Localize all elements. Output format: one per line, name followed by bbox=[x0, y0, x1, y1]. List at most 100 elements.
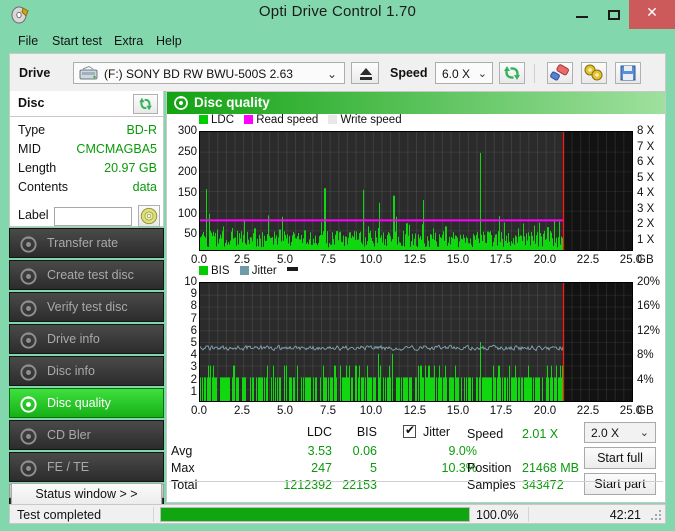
disc-value-contents: data bbox=[132, 180, 157, 194]
sidebar-item-cd-bler[interactable]: CD Bler bbox=[9, 420, 164, 450]
drive-label: Drive bbox=[19, 66, 51, 80]
legend-swatch-ldc bbox=[199, 115, 208, 124]
sidebar-item-create-test-disc[interactable]: Create test disc bbox=[9, 260, 164, 290]
legend-label-bis: BIS bbox=[211, 265, 230, 277]
stats-header-bis: BIS bbox=[356, 425, 377, 439]
sidebar-item-fe-te[interactable]: FE / TE bbox=[9, 452, 164, 482]
bis-xtick-2.5: 2.5 bbox=[234, 405, 250, 417]
sidebar-item-drive-info[interactable]: Drive info bbox=[9, 324, 164, 354]
bis-y2tick-12: 12% bbox=[637, 324, 661, 337]
ldc-plot-area[interactable] bbox=[199, 131, 633, 251]
bis-ytick-9: 9 bbox=[190, 288, 197, 301]
refresh-button[interactable] bbox=[499, 62, 525, 84]
sidebar-item-transfer-rate[interactable]: Transfer rate bbox=[9, 228, 164, 258]
bis-ytick-1: 1 bbox=[190, 385, 197, 398]
ldc-y2tick-8x: 8 X bbox=[637, 125, 655, 137]
drive-select[interactable]: (F:) SONY BD RW BWU-500S 2.63 ⌄ bbox=[73, 62, 345, 84]
sidebar-item-disc-info[interactable]: Disc info bbox=[9, 356, 164, 386]
bis-plot-area[interactable] bbox=[199, 282, 633, 402]
ldc-y2tick-4x: 4 X bbox=[637, 187, 655, 199]
stats-row-max-label: Max bbox=[171, 461, 195, 475]
disc-info-panel: Type BD-R MID CMCMAGBA5 Length 20.97 GB … bbox=[9, 117, 164, 227]
stats-header-jitter: Jitter bbox=[423, 425, 451, 439]
bis-ytick-3: 3 bbox=[190, 361, 197, 374]
menu-item-help[interactable]: Help bbox=[152, 32, 186, 50]
bis-xtick-22.5: 22.5 bbox=[576, 405, 600, 417]
disc-gear-icon bbox=[20, 395, 37, 413]
status-window-button[interactable]: Status window > > bbox=[11, 483, 162, 505]
sidebar-label: Transfer rate bbox=[47, 236, 119, 250]
ldc-legend: LDC Read speed Write speed bbox=[199, 114, 402, 126]
bis-xtick-12.5: 12.5 bbox=[403, 405, 427, 417]
sidebar-item-disc-quality[interactable]: Disc quality bbox=[9, 388, 164, 418]
status-bar: Test completed 100.0% 42:21 bbox=[9, 504, 666, 524]
sidebar-label: CD Bler bbox=[47, 428, 91, 442]
label-input[interactable] bbox=[54, 207, 132, 226]
menu-item-file[interactable]: File bbox=[14, 32, 42, 50]
save-button[interactable] bbox=[615, 62, 641, 84]
speed-value: 6.0 X bbox=[442, 67, 471, 81]
eject-button[interactable] bbox=[351, 62, 379, 84]
legend-label-write-speed: Write speed bbox=[340, 114, 402, 126]
legend-swatch-write-speed bbox=[328, 115, 338, 124]
erase-button[interactable] bbox=[547, 62, 573, 84]
ldc-y2tick-7x: 7 X bbox=[637, 140, 655, 153]
menu-item-extra[interactable]: Extra bbox=[110, 32, 147, 50]
disc-gear-icon bbox=[20, 267, 37, 285]
tools-button[interactable] bbox=[581, 62, 607, 84]
bis-ytick-5: 5 bbox=[190, 337, 197, 349]
eject-icon bbox=[360, 68, 372, 75]
ldc-ytick-150: 150 bbox=[177, 187, 197, 199]
position-marker bbox=[562, 283, 565, 401]
sidebar-label: Disc info bbox=[47, 364, 95, 378]
disc-gear-icon bbox=[20, 363, 37, 381]
ldc-ytick-200: 200 bbox=[177, 166, 197, 179]
disc-gear-icon bbox=[20, 459, 37, 477]
speed-select[interactable]: 6.0 X ⌄ bbox=[435, 62, 493, 84]
bis-ytick-8: 8 bbox=[190, 300, 197, 313]
disc-refresh-button[interactable] bbox=[133, 94, 158, 114]
ldc-y2tick-6x: 6 X bbox=[637, 156, 655, 168]
disc-gear-icon bbox=[174, 95, 188, 110]
jitter-checkbox[interactable]: ✔ bbox=[403, 424, 416, 438]
menu-bar: File Start test Extra Help bbox=[9, 30, 666, 52]
stats-speed-value: 2.01 X bbox=[522, 427, 559, 441]
legend-swatch-extra bbox=[286, 267, 298, 271]
status-window-label: Status window > > bbox=[35, 487, 138, 501]
label-disc-button[interactable] bbox=[138, 205, 160, 227]
bis-ytick-6: 6 bbox=[190, 324, 197, 337]
erase-icon bbox=[550, 64, 569, 81]
maximize-button[interactable] bbox=[599, 0, 629, 29]
sidebar-label: Drive info bbox=[47, 332, 100, 346]
chevron-down-icon: ⌄ bbox=[639, 427, 649, 439]
minimize-button[interactable] bbox=[565, 0, 599, 29]
disc-row-length: Length 20.97 GB bbox=[10, 161, 165, 179]
chevron-down-icon: ⌄ bbox=[326, 67, 337, 81]
test-speed-select[interactable]: 2.0 X ⌄ bbox=[584, 422, 656, 443]
close-button[interactable]: ✕ bbox=[629, 0, 675, 29]
stats-row-avg-label: Avg bbox=[171, 444, 193, 458]
ldc-y2tick-1x: 1 X bbox=[637, 233, 655, 246]
progress-bar bbox=[160, 507, 470, 522]
resize-grip[interactable] bbox=[651, 510, 661, 520]
chevron-down-icon: ⌄ bbox=[477, 68, 487, 80]
sidebar-item-verify-test-disc[interactable]: Verify test disc bbox=[9, 292, 164, 322]
start-part-button[interactable]: Start part bbox=[584, 473, 656, 495]
title-bar: Opti Drive Control 1.70 ✕ bbox=[0, 0, 675, 29]
nav-list: Transfer rate Create test disc Verify te… bbox=[9, 228, 164, 516]
ldc-chart: LDC Read speed Write speed 300 250 200 1… bbox=[167, 114, 665, 269]
disc-gear-icon bbox=[20, 235, 37, 253]
start-full-button[interactable]: Start full bbox=[584, 447, 656, 469]
disc-gear-icon bbox=[20, 427, 37, 445]
menu-item-start-test[interactable]: Start test bbox=[48, 32, 106, 50]
bis-ytick-10: 10 bbox=[184, 276, 197, 288]
bis-y2tick-20: 20% bbox=[637, 276, 661, 288]
disc-row-type: Type BD-R bbox=[10, 123, 165, 141]
status-message: Test completed bbox=[17, 508, 102, 522]
test-speed-value: 2.0 X bbox=[591, 426, 620, 440]
ldc-canvas bbox=[200, 132, 632, 250]
sidebar-label: Disc quality bbox=[47, 396, 111, 410]
stats-divider bbox=[169, 481, 663, 482]
app-window: Opti Drive Control 1.70 ✕ File Start tes… bbox=[0, 0, 675, 531]
ldc-ytick-250: 250 bbox=[177, 145, 197, 158]
